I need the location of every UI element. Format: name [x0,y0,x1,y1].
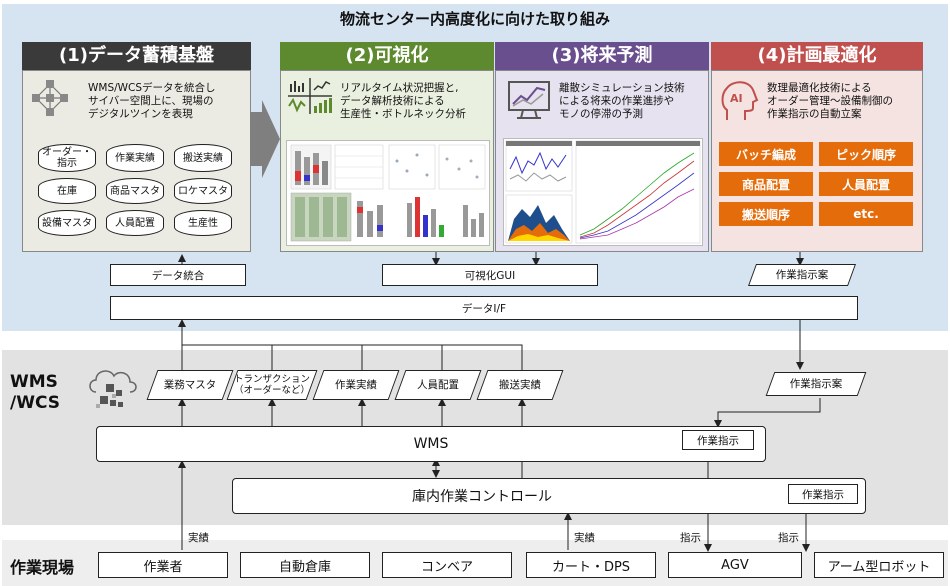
field-label: 作業現場 [10,558,75,577]
field-automated-warehouse: 自動倉庫 [240,552,370,578]
field-conveyor: コンベア [382,552,512,578]
field-cart-dps: カート・DPS [526,552,656,578]
visualization-gui-box: 可視化GUI [382,264,598,286]
instruction-label: 指示 [680,532,701,544]
data-item-staffing: 人員配置 [417,378,459,391]
wms-wcs-label: WMS /WCS [10,372,90,414]
control-instruction-box: 作業指示 [788,484,858,504]
result-label: 実績 [188,532,209,544]
result-label: 実績 [574,532,595,544]
control-label: 庫内作業コントロール [412,489,552,505]
field-agv: AGV [668,552,802,578]
work-plan-mid-label: 作業指示案 [789,377,843,390]
side-label-line: WMS [10,372,58,392]
work-plan-top-label: 作業指示案 [775,268,829,281]
data-item-transaction: トランザクション（オーダーなど） [233,374,310,396]
instruction-label: 指示 [778,532,799,544]
cloud-data-icon [86,364,142,412]
side-label-line: /WCS [10,393,60,413]
wms-label: WMS [413,436,449,452]
data-item-transport-results: 搬送実績 [499,378,541,391]
data-item-business-master: 業務マスタ [163,378,217,391]
data-integration-box: データ統合 [110,264,246,286]
field-worker: 作業者 [98,552,228,578]
data-item-work-results: 作業実績 [335,378,377,391]
wms-instruction-box: 作業指示 [682,430,754,450]
data-interface-box: データI/F [110,296,858,320]
field-arm-robot: アーム型ロボット [814,552,944,578]
